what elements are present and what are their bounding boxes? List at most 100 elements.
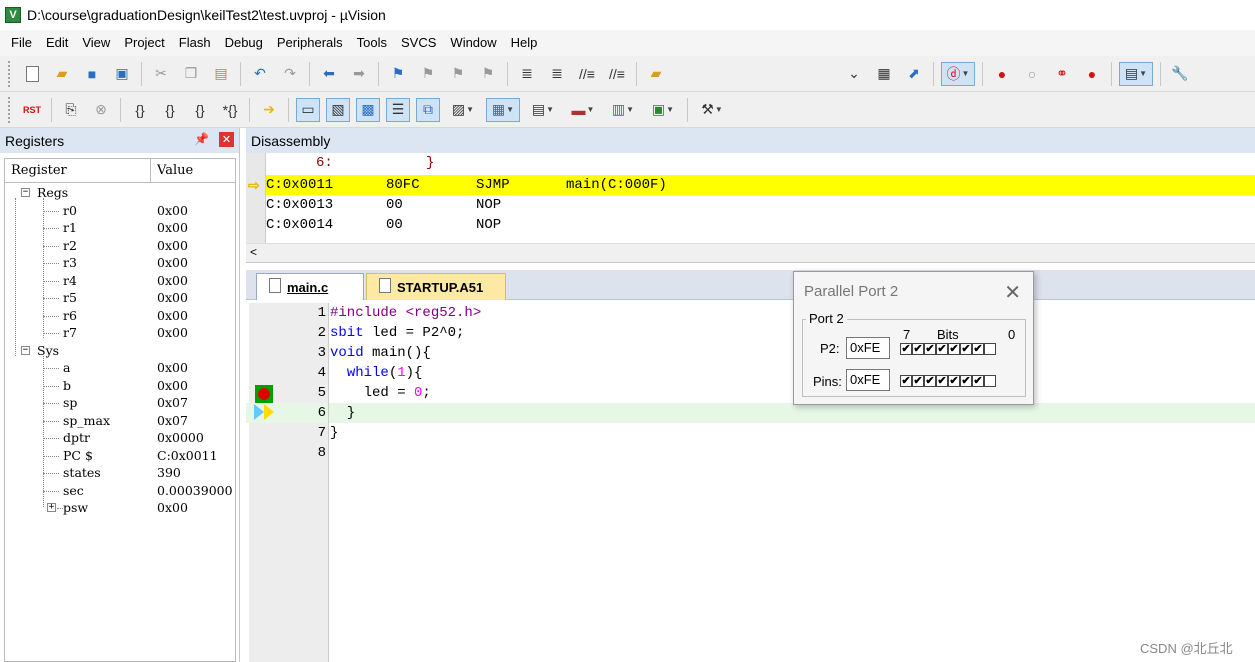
memory-windows-button[interactable]: ▦ ▼ [486, 97, 520, 122]
register-row[interactable]: dptr 0x0000 [5, 429, 235, 447]
navigate-forward-button[interactable]: ➡ [347, 62, 371, 86]
menu-file[interactable]: File [4, 30, 39, 56]
command-window-button[interactable]: ▭ [296, 97, 320, 122]
register-row[interactable]: states 390 [5, 464, 235, 482]
bit-checkbox[interactable] [984, 375, 996, 387]
menu-view[interactable]: View [75, 30, 117, 56]
incremental-find-button[interactable]: ▦ [872, 62, 896, 86]
configure-button[interactable]: 🔧 [1168, 62, 1192, 86]
trace-windows-button[interactable]: ▥ ▼ [606, 98, 640, 122]
new-file-button[interactable] [20, 62, 44, 86]
open-file-button[interactable]: ▰ [50, 62, 74, 86]
find-dropdown-button[interactable]: ⌄ [842, 62, 866, 86]
register-value[interactable]: 0x00 [157, 219, 188, 237]
toolbar-grip[interactable] [8, 60, 11, 87]
next-bookmark-button[interactable]: ⚑ [446, 62, 470, 86]
bit-checkbox[interactable]: ✔ [960, 375, 972, 387]
stop-button[interactable]: ⊗ [89, 98, 113, 122]
clear-bookmarks-button[interactable]: ⚑ [476, 62, 500, 86]
register-row[interactable]: + psw 0x00 [5, 499, 235, 517]
disassembly-horizontal-scrollbar[interactable]: < [246, 243, 1255, 262]
copy-button[interactable]: ❐ [179, 62, 203, 86]
collapse-icon[interactable]: − [21, 345, 30, 355]
register-value[interactable]: 390 [157, 464, 181, 482]
register-row[interactable]: sec 0.00039000 [5, 482, 235, 500]
analysis-windows-button[interactable]: ▬ ▼ [566, 98, 600, 122]
save-button[interactable]: ■ [80, 62, 104, 86]
pin-icon[interactable]: 📌 [194, 132, 209, 146]
scroll-left-icon[interactable]: < [250, 245, 257, 259]
find-in-files-button[interactable]: ▰ [644, 62, 668, 86]
save-all-button[interactable]: ▣ [110, 62, 134, 86]
bit-checkbox[interactable]: ✔ [936, 343, 948, 355]
bit-checkbox[interactable]: ✔ [972, 343, 984, 355]
system-viewer-button[interactable]: ▣ ▼ [646, 98, 680, 122]
register-value[interactable]: 0x00 [157, 272, 188, 290]
menu-svcs[interactable]: SVCS [394, 30, 443, 56]
register-row[interactable]: a 0x00 [5, 359, 235, 377]
expand-icon[interactable]: + [47, 503, 56, 512]
register-group[interactable]: − Sys [5, 342, 235, 360]
disable-breakpoint-button[interactable]: ○ [1020, 62, 1044, 86]
tab-startup-a51[interactable]: STARTUP.A51 [366, 273, 506, 300]
register-value[interactable]: 0x00 [157, 324, 188, 342]
toolbar-grip[interactable] [8, 96, 11, 123]
debug-session-button[interactable]: ⬈ [902, 62, 926, 86]
watch-windows-button[interactable]: ▨ ▼ [446, 98, 480, 122]
disassembly-line[interactable]: 6: } [266, 153, 1255, 173]
window-layout-button[interactable]: ▤ ▼ [1119, 61, 1153, 86]
pins-value-field[interactable]: 0xFE [846, 369, 890, 391]
step-into-button[interactable]: {} [128, 98, 152, 122]
run-to-cursor-button[interactable]: *{} [218, 98, 242, 122]
indent-button[interactable]: ≣ [515, 62, 539, 86]
register-value[interactable]: 0x00 [157, 237, 188, 255]
register-value[interactable]: 0.00039000 [157, 482, 233, 500]
bit-checkbox[interactable]: ✔ [948, 343, 960, 355]
collapse-icon[interactable]: − [21, 188, 30, 197]
navigate-back-button[interactable]: ⬅ [317, 62, 341, 86]
prev-bookmark-button[interactable]: ⚑ [416, 62, 440, 86]
register-row[interactable]: r1 0x00 [5, 219, 235, 237]
code-line[interactable]: 1 #include <reg52.h> [246, 303, 1255, 323]
register-row[interactable]: r4 0x00 [5, 272, 235, 290]
register-row[interactable]: r6 0x00 [5, 307, 235, 325]
disassembly-window-button[interactable]: ▧ [326, 97, 350, 122]
column-register[interactable]: Register [5, 159, 151, 182]
menu-project[interactable]: Project [117, 30, 171, 56]
menu-peripherals[interactable]: Peripherals [270, 30, 350, 56]
toolbox-button[interactable]: ⚒ ▼ [695, 98, 729, 122]
bit-checkbox[interactable]: ✔ [900, 343, 912, 355]
register-value[interactable]: 0x00 [157, 377, 188, 395]
register-row[interactable]: PC $ C:0x0011 [5, 447, 235, 465]
comment-button[interactable]: //≡ [575, 62, 599, 86]
disassembly-line-current[interactable]: C:0x0011 80FC SJMP main(C:000F) [266, 175, 1255, 195]
undo-button[interactable]: ↶ [248, 62, 272, 86]
disassembly-line[interactable]: C:0x0013 00 NOP [266, 195, 1255, 215]
register-value[interactable]: 0x00 [157, 307, 188, 325]
menu-help[interactable]: Help [504, 30, 545, 56]
menu-tools[interactable]: Tools [350, 30, 394, 56]
code-line[interactable]: 8 [246, 443, 1255, 463]
code-line-current[interactable]: 6 } [246, 403, 1255, 423]
register-row[interactable]: r7 0x00 [5, 324, 235, 342]
bit-checkbox[interactable]: ✔ [912, 343, 924, 355]
menu-flash[interactable]: Flash [172, 30, 218, 56]
symbols-window-button[interactable]: ▩ [356, 97, 380, 122]
bit-checkbox[interactable] [984, 343, 996, 355]
bookmark-button[interactable]: ⚑ [386, 62, 410, 86]
bit-checkbox[interactable]: ✔ [900, 375, 912, 387]
step-out-button[interactable]: {} [188, 98, 212, 122]
register-row[interactable]: r2 0x00 [5, 237, 235, 255]
register-value[interactable]: 0x07 [157, 412, 188, 430]
register-row[interactable]: r0 0x00 [5, 202, 235, 220]
start-debug-button[interactable]: ⓓ ▼ [941, 61, 975, 86]
column-value[interactable]: Value [151, 159, 235, 182]
register-row[interactable]: sp_max 0x07 [5, 412, 235, 430]
kill-all-breakpoints-button[interactable]: ● [1080, 62, 1104, 86]
register-value[interactable]: 0x00 [157, 359, 188, 377]
menu-edit[interactable]: Edit [39, 30, 75, 56]
bit-checkbox[interactable]: ✔ [960, 343, 972, 355]
step-over-button[interactable]: {} [158, 98, 182, 122]
register-group[interactable]: − Regs [5, 184, 235, 202]
p2-value-field[interactable]: 0xFE [846, 337, 890, 359]
